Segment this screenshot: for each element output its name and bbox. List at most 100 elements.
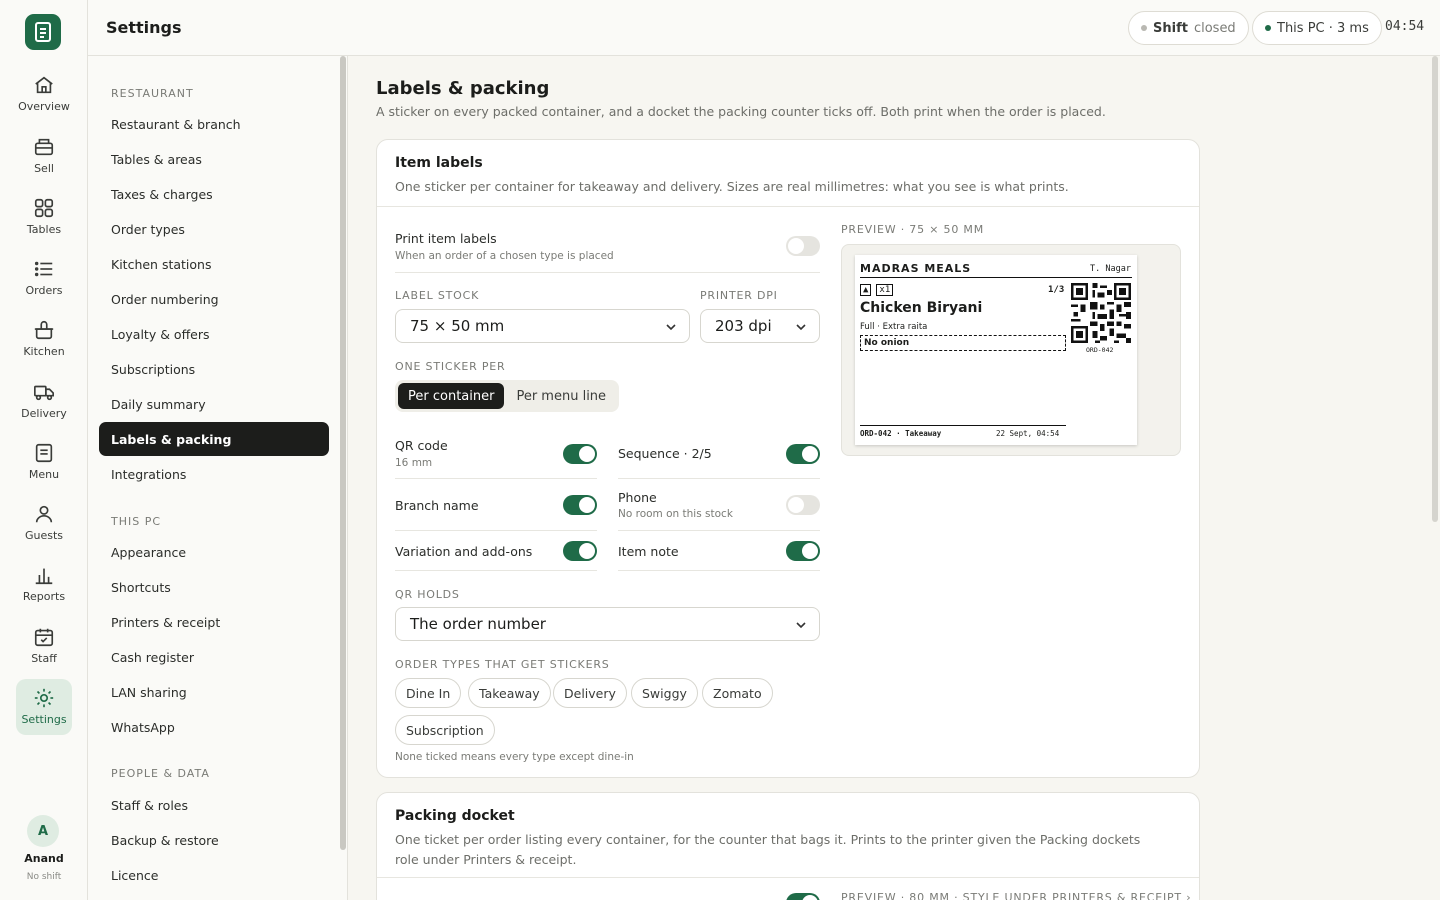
qr-holds-label: QR HOLDS (395, 588, 460, 601)
connection-pill[interactable]: This PC · 3 ms (1252, 11, 1382, 45)
label-stock-select[interactable]: 75 × 50 mm (395, 309, 690, 343)
one-sticker-per-segmented: Per container Per menu line (395, 380, 620, 412)
top-bar: Settings Shift closed This PC · 3 ms 04:… (88, 0, 1440, 56)
nav-item-taxes-charges[interactable]: Taxes & charges (99, 177, 329, 211)
nav-item-daily-summary[interactable]: Daily summary (99, 387, 329, 421)
nav-item-order-types[interactable]: Order types (99, 212, 329, 246)
toggle-knob (802, 895, 818, 900)
printer-dpi-select[interactable]: 203 dpi (700, 309, 820, 343)
item-note-label: Item note (618, 544, 679, 559)
nav-item-kitchen-stations[interactable]: Kitchen stations (99, 247, 329, 281)
qr-code-toggle[interactable] (563, 444, 597, 464)
chevron-down-icon (796, 622, 806, 629)
section-subtitle: A sticker on every packed container, and… (376, 104, 1106, 119)
print-item-labels-toggle[interactable] (786, 236, 820, 256)
rail-item-reports[interactable]: Reports (16, 556, 72, 612)
order-types-hint: None ticked means every type except dine… (395, 751, 634, 763)
connection-status: This PC · 3 ms (1277, 20, 1369, 36)
chip-takeaway[interactable]: Takeaway (468, 678, 551, 708)
nav-item-restaurant-branch[interactable]: Restaurant & branch (99, 107, 329, 141)
rail-item-kitchen[interactable]: Kitchen (16, 311, 72, 367)
rail-label: Staff (31, 652, 57, 665)
qr-code-size: 16 mm (395, 457, 433, 469)
chip-dine-in[interactable]: Dine In (395, 678, 462, 708)
sticker-qr-caption: ORD-042 (1086, 346, 1114, 354)
register-icon (34, 138, 54, 156)
rail-label: Guests (24, 529, 64, 542)
rail-item-menu[interactable]: Menu (16, 434, 72, 490)
per-menu-line-option[interactable]: Per menu line (506, 383, 616, 409)
chip-zomato[interactable]: Zomato (702, 678, 773, 708)
nav-item-shortcuts[interactable]: Shortcuts (99, 570, 329, 604)
variation-addons-toggle[interactable] (563, 541, 597, 561)
page-title: Settings (106, 18, 182, 37)
phone-label: Phone (618, 490, 657, 505)
chip-delivery[interactable]: Delivery (553, 678, 627, 708)
branch-name-label: Branch name (395, 498, 479, 513)
rail-item-tables[interactable]: Tables (16, 189, 72, 245)
nav-item-integrations[interactable]: Integrations (99, 457, 329, 491)
one-sticker-per-label: ONE STICKER PER (395, 360, 506, 373)
avatar[interactable]: A (27, 815, 59, 847)
divider (618, 570, 820, 571)
per-container-option[interactable]: Per container (398, 383, 505, 409)
rail-item-guests[interactable]: Guests (16, 495, 72, 551)
divider (395, 272, 820, 273)
nav-item-subscriptions[interactable]: Subscriptions (99, 352, 329, 386)
nav-item-staff-roles[interactable]: Staff & roles (99, 788, 329, 822)
shift-status: closed (1193, 20, 1236, 36)
chevron-down-icon (796, 324, 806, 331)
rail-item-sell[interactable]: Sell (16, 128, 72, 184)
divider (618, 530, 820, 531)
sticker-footer-time: 22 Sept, 04:54 (996, 429, 1060, 438)
nav-item-appearance[interactable]: Appearance (99, 535, 329, 569)
rail-label: Kitchen (23, 345, 65, 358)
rail-item-orders[interactable]: Orders (16, 250, 72, 306)
nav-item-order-numbering[interactable]: Order numbering (99, 282, 329, 316)
qr-code-icon (1071, 283, 1131, 343)
nav-item-licence[interactable]: Licence (99, 858, 329, 892)
divider (395, 570, 597, 571)
nav-item-cash-register[interactable]: Cash register (99, 640, 329, 674)
divider (618, 478, 820, 479)
print-docket-toggle[interactable] (786, 893, 820, 900)
sequence-toggle[interactable] (786, 444, 820, 464)
nav-item-printers-receipt[interactable]: Printers & receipt (99, 605, 329, 639)
status-dot-icon (1141, 25, 1147, 31)
menu-doc-icon (35, 443, 53, 463)
sticker-icons: ▲ x1 (860, 284, 894, 296)
order-types-label: ORDER TYPES THAT GET STICKERS (395, 658, 610, 671)
card-title: Packing docket (395, 808, 515, 824)
chip-swiggy[interactable]: Swiggy (631, 678, 698, 708)
grid-icon (34, 198, 54, 218)
rail-item-settings[interactable]: Settings (16, 679, 72, 735)
nav-item-loyalty-offers[interactable]: Loyalty & offers (99, 317, 329, 351)
nav-item-backup-restore[interactable]: Backup & restore (99, 823, 329, 857)
nav-item-whatsapp[interactable]: WhatsApp (99, 710, 329, 744)
docket-preview-heading[interactable]: PREVIEW · 80 MM · STYLE UNDER PRINTERS &… (841, 891, 1191, 900)
phone-toggle[interactable] (786, 495, 820, 515)
rail-item-overview[interactable]: Overview (16, 66, 72, 122)
nav-item-tables-areas[interactable]: Tables & areas (99, 142, 329, 176)
nav-item-lan-sharing[interactable]: LAN sharing (99, 675, 329, 709)
rail-item-staff[interactable]: Staff (16, 618, 72, 674)
shift-status-pill[interactable]: Shift closed (1128, 11, 1249, 45)
rail-item-delivery[interactable]: Delivery (16, 373, 72, 429)
app-rail: Overview Sell Tables Orders Kitchen Deli… (0, 0, 88, 900)
nav-item-labels-packing[interactable]: Labels & packing (99, 422, 329, 456)
toggle-knob (579, 446, 595, 462)
main-scrollbar[interactable] (1432, 56, 1438, 522)
toggle-knob (802, 543, 818, 559)
app-logo[interactable] (25, 14, 61, 50)
branch-name-toggle[interactable] (563, 495, 597, 515)
settings-nav: RESTAURANT Restaurant & branch Tables & … (88, 56, 348, 900)
divider (395, 530, 597, 531)
chip-subscription[interactable]: Subscription (395, 715, 495, 745)
print-item-labels-hint: When an order of a chosen type is placed (395, 250, 614, 262)
item-note-toggle[interactable] (786, 541, 820, 561)
qr-holds-select[interactable]: The order number (395, 607, 820, 641)
nav-scrollbar[interactable] (340, 56, 346, 850)
person-icon (35, 505, 53, 523)
rail-label: Menu (28, 468, 60, 481)
toggle-knob (802, 446, 818, 462)
